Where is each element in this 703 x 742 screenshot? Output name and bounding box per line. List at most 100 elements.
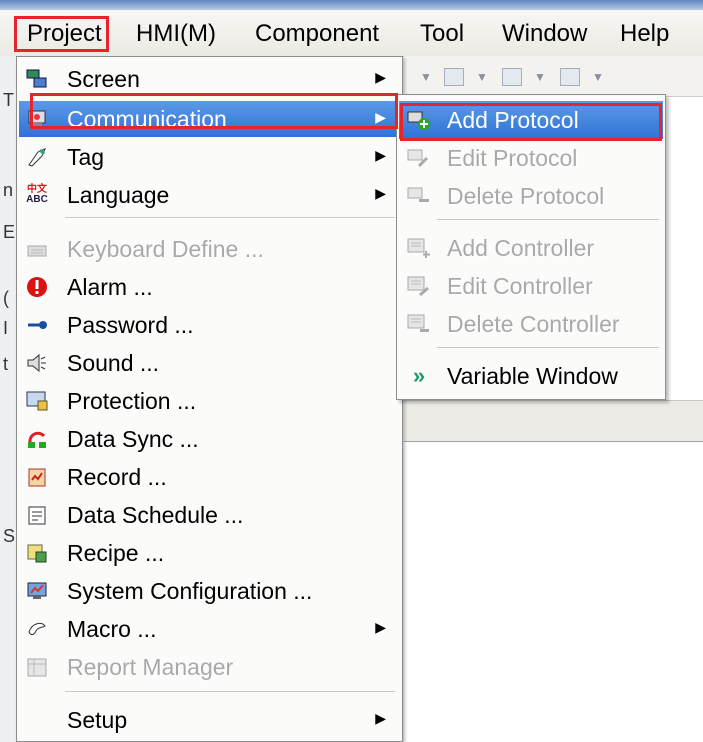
menu-item-tag[interactable]: Tag ▶ (19, 139, 400, 175)
menu-item-label: Data Sync ... (67, 426, 199, 452)
menu-project-label: Project (27, 20, 102, 47)
dropdown-arrow-icon: ▼ (592, 70, 604, 84)
bg-char: T (3, 90, 14, 110)
menu-item-alarm[interactable]: Alarm ... (19, 269, 400, 305)
speaker-icon (25, 351, 49, 375)
project-menu: Screen ▶ Communication ▶ Tag ▶ 中文 ABC Lan… (16, 56, 403, 742)
background-left-panel: T n E ( I t SI (0, 56, 20, 742)
submenu-item-add-controller[interactable]: Add Controller (399, 229, 663, 267)
edit-protocol-icon (407, 146, 431, 170)
submenu-item-label: Variable Window (447, 363, 618, 389)
menu-item-label: Report Manager (67, 654, 234, 680)
language-icon: 中文 ABC (26, 184, 48, 205)
add-controller-icon (407, 236, 431, 260)
menu-component-label: Component (255, 20, 380, 47)
annotation-box-add-protocol (400, 103, 662, 141)
submenu-arrow-icon: ▶ (375, 619, 386, 635)
align-icon (444, 68, 464, 86)
sync-icon (25, 427, 49, 451)
screen-icon (25, 67, 49, 91)
submenu-item-delete-controller[interactable]: Delete Controller (399, 305, 663, 343)
menu-item-label: Setup (67, 707, 128, 733)
menu-item-label: Password ... (67, 312, 194, 338)
background-toolbar: ▼ ▼ ▼ ▼ (404, 56, 703, 97)
bg-char: I (3, 318, 9, 338)
menu-item-setup[interactable]: Setup ▶ (19, 702, 400, 738)
menu-item-label: Recipe ... (67, 540, 165, 566)
menu-bar: Project HMI(M) Component Tool Window Hel… (0, 10, 703, 57)
menu-item-label: Keyboard Define ... (67, 236, 264, 262)
dropdown-arrow-icon: ▼ (476, 70, 488, 84)
menu-item-label: Sound ... (67, 350, 160, 376)
menu-item-label: Macro ... (67, 616, 157, 642)
submenu-arrow-icon: ▶ (375, 69, 386, 85)
menu-project[interactable]: Project (14, 16, 109, 52)
background-pane-divider (404, 400, 703, 442)
menu-item-label: Screen (67, 66, 140, 92)
menu-item-system-configuration[interactable]: System Configuration ... (19, 573, 400, 609)
submenu-item-label: Edit Protocol (447, 145, 578, 171)
dropdown-arrow-icon: ▼ (534, 70, 546, 84)
submenu-item-delete-protocol[interactable]: Delete Protocol (399, 177, 663, 215)
record-icon (25, 465, 49, 489)
menu-hmi-label: HMI(M) (136, 20, 216, 47)
menu-item-label: Data Schedule ... (67, 502, 244, 528)
report-icon (25, 655, 49, 679)
menu-item-password[interactable]: Password ... (19, 307, 400, 343)
menu-window-label: Window (502, 20, 588, 47)
menu-item-language[interactable]: 中文 ABC Language ▶ (19, 177, 400, 213)
submenu-arrow-icon: ▶ (375, 185, 386, 201)
menu-window[interactable]: Window (502, 20, 587, 48)
bg-char: E (3, 222, 16, 242)
menu-help-label: Help (620, 20, 670, 47)
menu-item-protection[interactable]: Protection ... (19, 383, 400, 419)
schedule-icon (25, 503, 49, 527)
annotation-box-communication (30, 93, 398, 129)
bg-char: n (3, 180, 14, 200)
menu-separator (65, 217, 395, 219)
menu-item-label: Tag (67, 144, 105, 170)
menu-item-report-manager[interactable]: Report Manager (19, 649, 400, 685)
menu-item-label: System Configuration ... (67, 578, 313, 604)
submenu-arrow-icon: ▶ (375, 147, 386, 163)
tag-icon (25, 145, 49, 169)
menu-item-macro[interactable]: Macro ... ▶ (19, 611, 400, 647)
menu-hmi[interactable]: HMI(M) (136, 20, 216, 48)
recipe-icon (25, 541, 49, 565)
menu-item-data-sync[interactable]: Data Sync ... (19, 421, 400, 457)
alarm-icon (25, 275, 49, 299)
menu-item-record[interactable]: Record ... (19, 459, 400, 495)
menu-item-label: Language (67, 182, 170, 208)
submenu-item-label: Add Controller (447, 235, 595, 261)
delete-protocol-icon (407, 184, 431, 208)
menu-help[interactable]: Help (620, 20, 669, 48)
menu-item-label: Record ... (67, 464, 167, 490)
layout-icon (560, 68, 580, 86)
bg-char: t (3, 354, 9, 374)
delete-controller-icon (407, 312, 431, 336)
system-config-icon (25, 579, 49, 603)
menu-item-sound[interactable]: Sound ... (19, 345, 400, 381)
keyboard-icon (25, 237, 49, 261)
dropdown-arrow-icon: ▼ (420, 70, 432, 84)
menu-item-data-schedule[interactable]: Data Schedule ... (19, 497, 400, 533)
window-title-strip (0, 0, 703, 10)
bg-char: ( (3, 288, 9, 308)
menu-tool[interactable]: Tool (420, 20, 464, 48)
grid-icon (502, 68, 522, 86)
submenu-item-edit-protocol[interactable]: Edit Protocol (399, 139, 663, 177)
menu-item-screen[interactable]: Screen ▶ (19, 61, 400, 97)
menu-item-label: Protection ... (67, 388, 197, 414)
submenu-item-label: Delete Controller (447, 311, 620, 337)
menu-item-keyboard-define[interactable]: Keyboard Define ... (19, 231, 400, 267)
menu-item-recipe[interactable]: Recipe ... (19, 535, 400, 571)
submenu-item-edit-controller[interactable]: Edit Controller (399, 267, 663, 305)
submenu-arrow-icon: ▶ (375, 710, 386, 726)
submenu-separator (437, 347, 659, 349)
double-chevron-icon: » (412, 363, 426, 388)
key-icon (25, 313, 49, 337)
menu-separator (65, 691, 395, 693)
submenu-item-variable-window[interactable]: » Variable Window (399, 357, 663, 395)
submenu-separator (437, 219, 659, 221)
menu-component[interactable]: Component (255, 20, 379, 48)
